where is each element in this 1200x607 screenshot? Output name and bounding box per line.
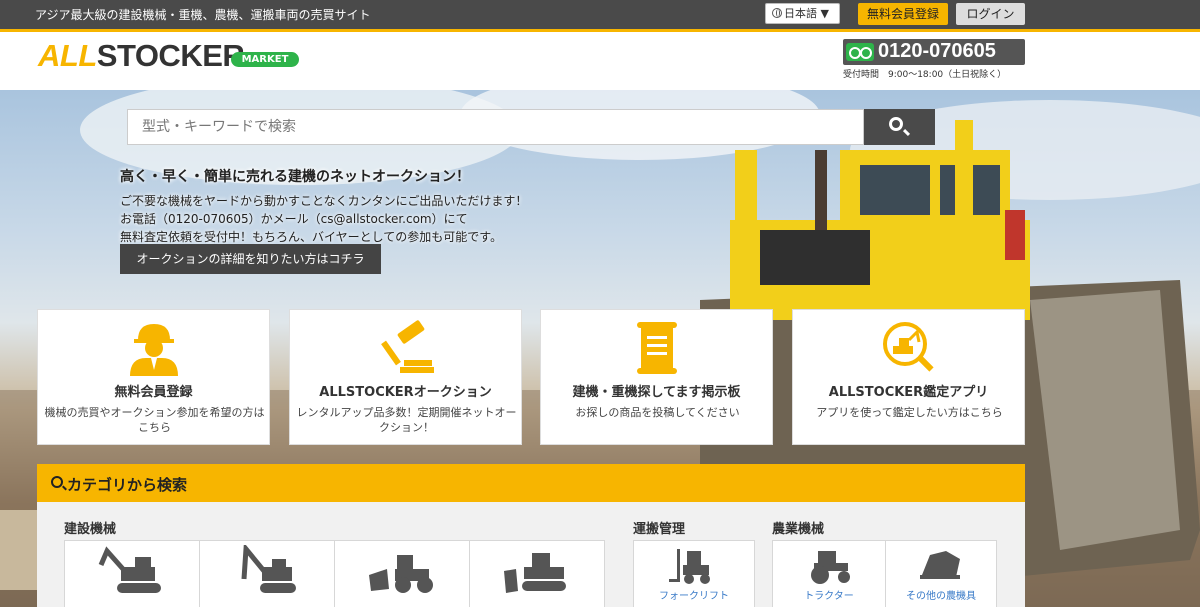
appraisal-icon [883,322,934,372]
excavator-icon [98,546,161,593]
intro-line-1: ご不要な機械をヤードから動かすことなくカンタンにご出品いただけます！ [120,194,528,208]
card-title: ALLSTOCKERオークション [319,385,492,400]
scroll-icon [637,322,677,374]
section-agriculture: 農業機械 [772,522,825,537]
login-button[interactable]: ログイン [956,3,1025,25]
worker-icon [130,324,178,376]
card-title: 無料会員登録 [114,385,193,400]
category-excavator[interactable] [64,540,200,607]
intro-text: 高く・早く・簡単に売れる建機のネットオークション！ ご不要な機械をヤードから動か… [120,166,527,246]
category-panel: 建設機械 運搬管理 農業機械 フォークリフト トラクター その他の農機具 [37,502,1025,607]
card-desc: お探しの商品を投稿してください [575,406,740,419]
category-bulldozer[interactable] [469,540,605,607]
card-desc: アプリを使って鑑定したい方はこちら [816,406,1003,419]
logo-all: ALL [38,38,97,73]
search-input[interactable]: 型式・キーワードで検索 [127,109,864,145]
market-badge: MARKET [231,52,299,67]
card-title: 建機・重機探してます掲示板 [572,385,741,400]
category-search-header: カテゴリから検索 [37,464,1025,502]
gavel-icon [381,320,434,373]
globe-icon [772,8,782,18]
site-tagline: アジア最大級の建設機械・重機、農機、運搬車両の売買サイト [35,8,371,22]
freedial-icon [846,43,874,61]
mini-excavator-icon [241,545,296,593]
register-button[interactable]: 無料会員登録 [858,3,948,25]
forklift-icon [669,549,710,584]
hero: 型式・キーワードで検索 高く・早く・簡単に売れる建機のネットオークション！ ご不… [0,90,1200,607]
section-construction: 建設機械 [64,522,117,537]
category-wheel-loader[interactable] [334,540,470,607]
wheel-loader-icon [369,555,433,593]
category-other-farm[interactable]: その他の農機具 [885,540,997,607]
card-appraisal-app[interactable]: ALLSTOCKER鑑定アプリ アプリを使って鑑定したい方はこちら [792,309,1025,445]
category-tractor[interactable]: トラクター [772,540,886,607]
category-label: フォークリフト [659,591,729,602]
bulldozer-icon [504,553,566,593]
top-bar: アジア最大級の建設機械・重機、農機、運搬車両の売買サイト 日本語 ▼ 無料会員登… [0,0,1200,29]
category-label: その他の農機具 [906,591,976,602]
search-icon [889,117,903,131]
card-register[interactable]: 無料会員登録 機械の売買やオークション参加を希望の方はこちら [37,309,270,445]
search-button[interactable] [864,109,935,145]
card-title: ALLSTOCKER鑑定アプリ [828,385,989,400]
category-label: トラクター [804,591,854,602]
language-select[interactable]: 日本語 ▼ [765,3,840,24]
logo[interactable]: ALLSTOCKER [38,38,245,74]
card-desc: レンタルアップ品多数！定期開催ネットオークション！ [296,406,517,434]
category-forklift[interactable]: フォークリフト [633,540,755,607]
category-mini-excavator[interactable] [199,540,335,607]
search-icon [51,476,63,488]
business-hours: 受付時間 9:00〜18:00（土日祝除く） [843,70,1007,80]
farm-implement-icon [920,551,960,579]
chevron-down-icon: ▼ [820,7,829,20]
category-heading: カテゴリから検索 [67,476,188,494]
card-wanted-board[interactable]: 建機・重機探してます掲示板 お探しの商品を投稿してください [540,309,773,445]
card-desc: 機械の売買やオークション参加を希望の方はこちら [44,406,265,434]
tractor-icon [811,551,850,584]
auction-details-button[interactable]: オークションの詳細を知りたい方はコチラ [120,244,381,274]
intro-line-2: お電話（0120-070605）かメール（cs@allstocker.com）に… [120,212,468,226]
phone-box: 0120-070605 [843,39,1025,65]
section-transport: 運搬管理 [633,522,686,537]
card-auction[interactable]: ALLSTOCKERオークション レンタルアップ品多数！定期開催ネットオークショ… [289,309,522,445]
language-label: 日本語 [784,7,817,20]
intro-headline: 高く・早く・簡単に売れる建機のネットオークション！ [120,169,470,185]
header: ALLSTOCKER MARKET 0120-070605 受付時間 9:00〜… [0,32,1200,90]
phone-number: 0120-070605 [878,40,996,62]
logo-stocker: STOCKER [96,38,245,73]
